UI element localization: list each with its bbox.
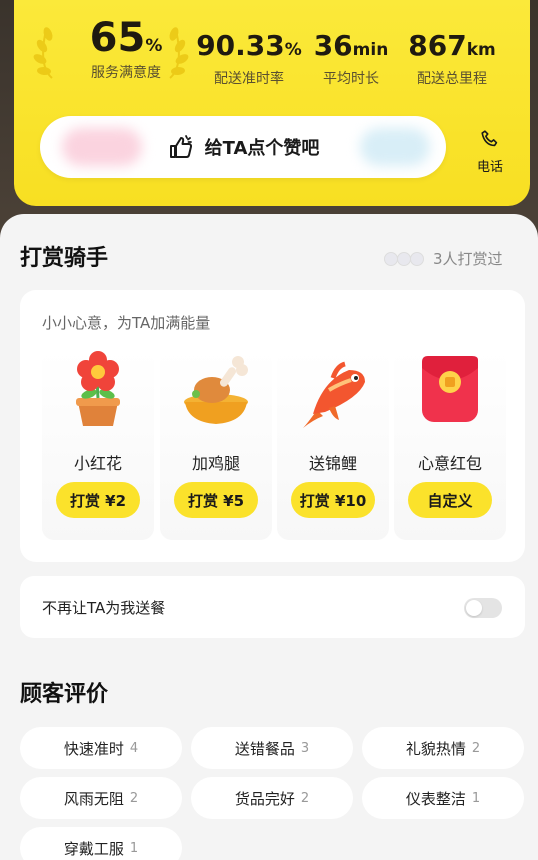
stat-value: 65 [89,15,146,61]
review-tag[interactable]: 礼貌热情 2 [362,727,524,769]
review-tag-count: 2 [471,740,481,756]
review-tag-label: 礼貌热情 [405,739,466,758]
review-tag[interactable]: 送错餐品 3 [191,727,353,769]
review-tag-label: 货品完好 [234,789,295,808]
avatar [397,251,411,266]
stat-value: 90.33 [196,29,285,62]
gift-koi-fish[interactable]: 送锦鲤 打赏 ¥10 [277,350,389,540]
stat-label: 配送总里程 [417,71,487,87]
thumbs-up-icon [169,135,192,158]
review-tag-label: 风雨无阻 [63,789,124,808]
tip-button[interactable]: 打赏 ¥2 [56,482,140,518]
flower-icon [76,351,120,426]
review-tag[interactable]: 仪表整洁 1 [362,777,524,819]
laurel-left-icon [33,27,53,79]
like-rider-button[interactable]: 给TA点个赞吧 [40,116,446,178]
review-tag[interactable]: 风雨无阻 2 [20,777,182,819]
red-envelope-icon [422,356,478,422]
review-tag-count: 1 [471,790,481,806]
tip-section-title: 打赏骑手 [20,246,109,271]
review-tag-count: 2 [300,790,310,806]
review-tag-count: 1 [129,840,139,856]
reviews-section-title: 顾客评价 [20,682,109,707]
gift-name: 心意红包 [417,454,482,473]
stat-value: 867 [408,29,467,62]
stat-label: 配送准时率 [214,71,284,87]
tip-count: 3人打赏过 [384,248,503,269]
gift-chicken-leg[interactable]: 加鸡腿 打赏 ¥5 [160,350,272,540]
stat-satisfaction: 65% 服务满意度 [76,18,176,82]
review-tag-count: 2 [129,790,139,806]
chicken-leg-icon [184,356,248,424]
block-rider-label: 不再让TA为我送餐 [42,599,166,617]
review-tag-label: 仪表整洁 [405,789,466,808]
review-tag[interactable]: 穿戴工服 1 [20,827,182,860]
phone-label: 电话 [476,160,503,175]
tip-subtitle: 小小心意，为TA加满能量 [42,314,211,332]
avatar [410,251,424,266]
block-rider-option: 不再让TA为我送餐 [20,576,525,638]
stat-unit: min [352,40,389,60]
like-button-label: 给TA点个赞吧 [204,138,320,159]
phone-button[interactable]: 电话 [470,128,510,175]
stat-unit: km [466,40,496,60]
review-tag-label: 穿戴工服 [63,839,124,858]
review-tag-label: 送错餐品 [234,739,295,758]
gift-name: 加鸡腿 [191,454,240,473]
stat-unit: % [145,36,163,56]
stat-total-distance: 867km 配送总里程 [402,32,502,88]
stat-average-time: 36min 平均时长 [310,32,392,88]
stat-value: 36 [313,29,353,62]
stat-on-time-rate: 90.33% 配送准时率 [194,32,304,88]
gift-name: 送锦鲤 [308,454,357,473]
gift-name: 小红花 [73,454,122,473]
stat-label: 平均时长 [323,71,379,87]
toggle-knob [466,600,482,616]
stat-unit: % [284,40,302,60]
review-tag-count: 3 [300,740,310,756]
review-tag-count: 4 [129,740,139,756]
tip-card: 小小心意，为TA加满能量 小红花 打赏 ¥2 加鸡腿 打赏 ¥5 送锦鲤 打赏 … [20,290,525,562]
stat-label: 服务满意度 [91,65,161,81]
gift-red-envelope[interactable]: 心意红包 自定义 [394,350,506,540]
avatar [384,251,398,266]
tip-button[interactable]: 打赏 ¥5 [174,482,258,518]
review-tag[interactable]: 快速准时 4 [20,727,182,769]
tip-button[interactable]: 打赏 ¥10 [291,482,375,518]
custom-tip-button[interactable]: 自定义 [408,482,492,518]
koi-fish-icon [303,361,365,428]
block-rider-toggle[interactable] [464,598,502,618]
review-tag[interactable]: 货品完好 2 [191,777,353,819]
tip-count-label: 3人打赏过 [433,250,503,268]
gift-flower[interactable]: 小红花 打赏 ¥2 [42,350,154,540]
phone-icon [481,130,498,147]
review-tag-label: 快速准时 [63,739,124,758]
